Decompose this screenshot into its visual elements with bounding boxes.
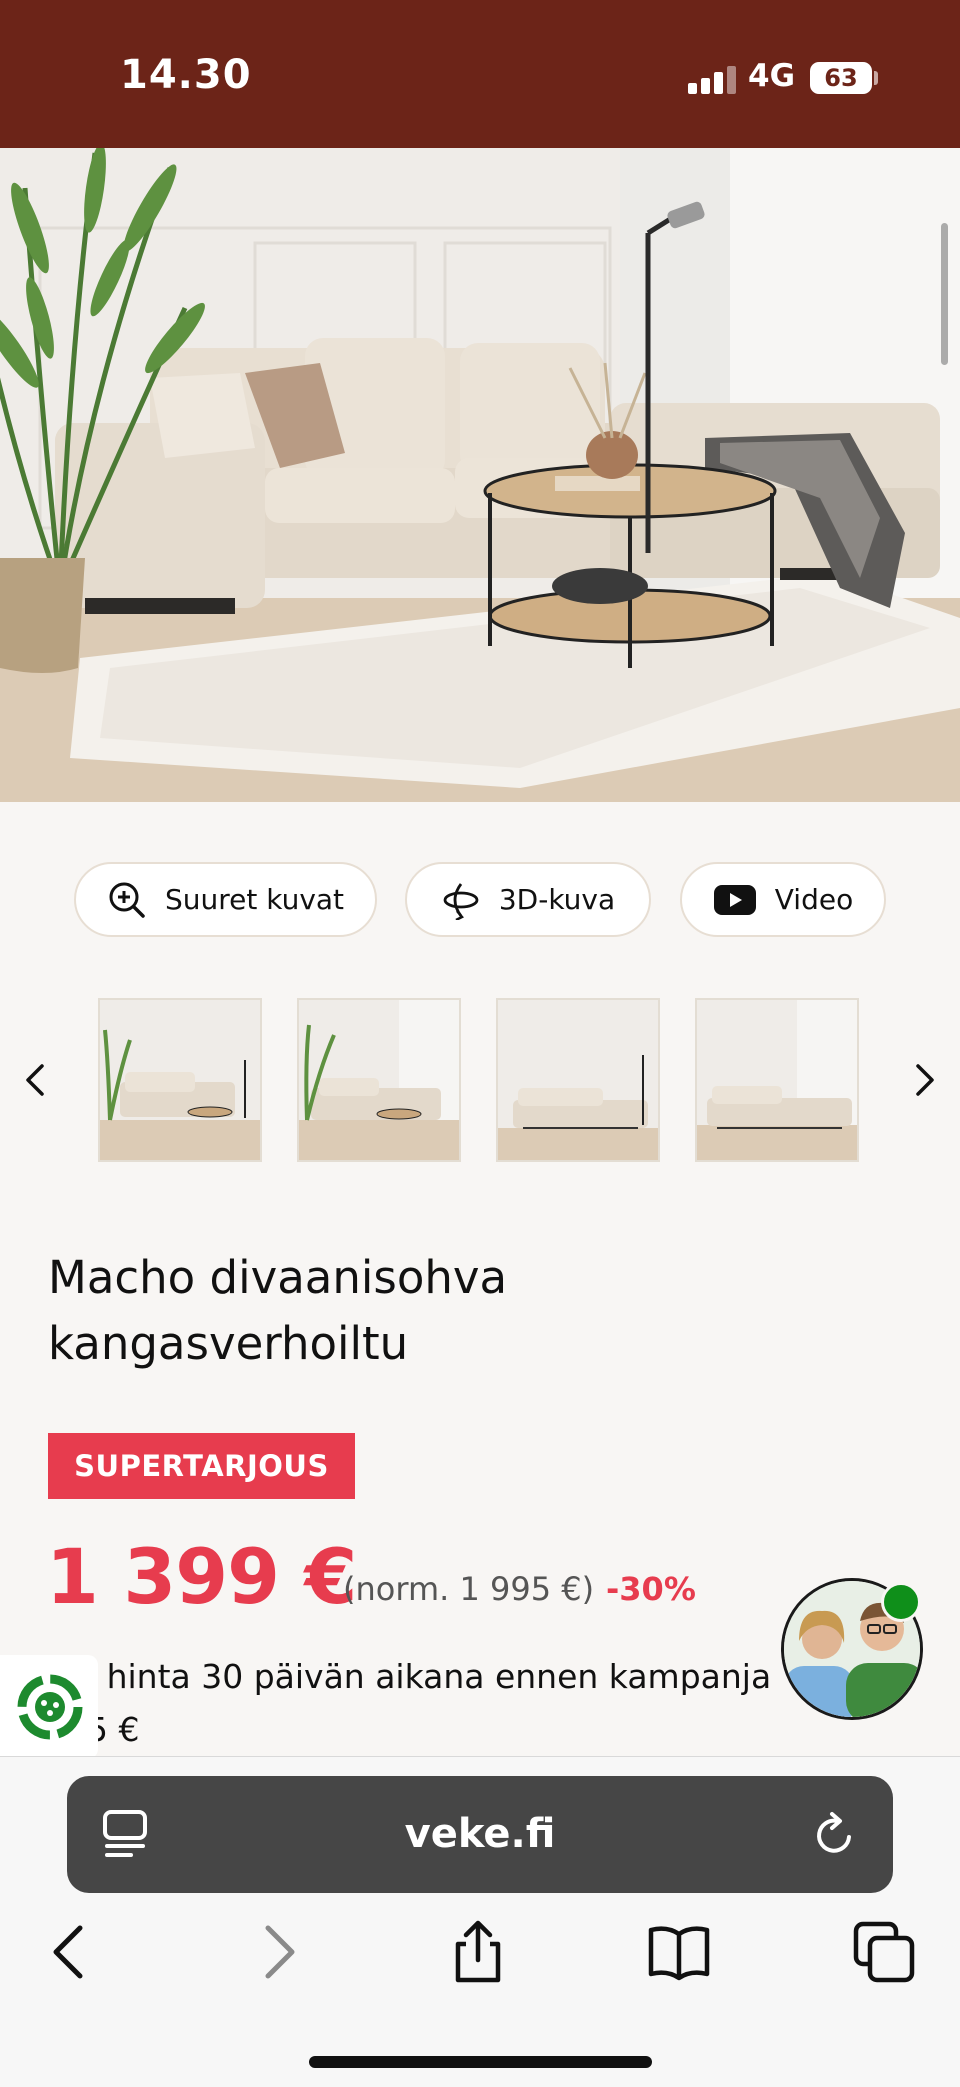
gallery-thumbnail[interactable]: [98, 998, 262, 1162]
signal-icon: [688, 66, 736, 94]
status-bar: 14.30 4G 63: [0, 0, 960, 148]
normal-price: (norm. 1 995 €): [343, 1570, 595, 1608]
address-bar[interactable]: veke.fi: [67, 1776, 893, 1893]
product-title: Macho divaanisohva kangasverhoiltu: [48, 1245, 748, 1377]
bookmarks-icon[interactable]: [647, 1920, 711, 1984]
large-images-label: Suuret kuvat: [164, 883, 345, 916]
thumbnail-image: [299, 1000, 459, 1160]
video-label: Video: [774, 883, 854, 916]
sofa-scene-illustration: [0, 148, 960, 802]
product-title-line2: kangasverhoiltu: [48, 1317, 409, 1370]
tabs-icon[interactable]: [852, 1920, 916, 1984]
thumbnail-image: [100, 1000, 260, 1160]
large-images-button[interactable]: Suuret kuvat: [74, 862, 377, 937]
battery-tip: [874, 71, 878, 85]
zoom-in-icon: [109, 882, 145, 918]
hero-scrollbar[interactable]: [941, 223, 948, 365]
product-title-line1: Macho divaanisohva: [48, 1251, 508, 1304]
view-3d-button[interactable]: 3D-kuva: [405, 862, 651, 937]
chevron-right-icon[interactable]: [910, 1060, 940, 1100]
thumbnail-image: [697, 1000, 857, 1160]
eco-badge[interactable]: [0, 1655, 98, 1759]
battery-icon: 63: [810, 62, 872, 94]
back-icon[interactable]: [38, 1920, 102, 1984]
home-indicator: [309, 2056, 652, 2068]
share-icon[interactable]: [446, 1920, 510, 1984]
recycle-icon: [17, 1674, 83, 1740]
network-label: 4G: [748, 58, 796, 94]
chevron-left-icon[interactable]: [20, 1060, 50, 1100]
video-button[interactable]: Video: [680, 862, 886, 937]
view-3d-label: 3D-kuva: [498, 883, 616, 916]
url-text: veke.fi: [404, 1811, 556, 1857]
rotate-3d-icon: [443, 882, 479, 920]
discount-percent: -30%: [606, 1570, 696, 1608]
gallery-thumbnail[interactable]: [496, 998, 660, 1162]
online-status-dot: [881, 1582, 921, 1622]
gallery-thumbnail[interactable]: [297, 998, 461, 1162]
offer-badge: SUPERTARJOUS: [48, 1433, 355, 1499]
video-play-icon: [713, 884, 756, 915]
lowest-price-text: in hinta 30 päivän aikana ennen kampanja: [66, 1657, 772, 1696]
reload-icon[interactable]: [813, 1811, 857, 1857]
hero-product-image[interactable]: [0, 148, 960, 802]
product-price: 1 399 €: [46, 1532, 357, 1621]
gallery-thumbnail[interactable]: [695, 998, 859, 1162]
forward-icon[interactable]: [246, 1920, 310, 1984]
thumbnail-image: [498, 1000, 658, 1160]
status-time: 14.30: [120, 52, 252, 98]
